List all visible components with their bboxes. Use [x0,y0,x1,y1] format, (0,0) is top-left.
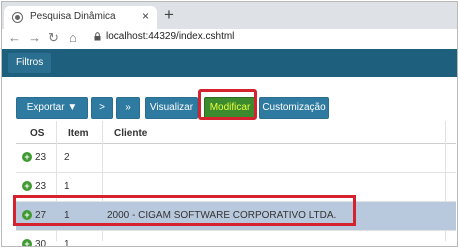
export-button[interactable]: Exportar ▼ [16,97,88,119]
cell-os: 30 [35,239,47,247]
back-arrow-icon[interactable]: ← [8,30,21,46]
table-row[interactable]: + 23 2 [16,144,456,173]
close-tab-icon[interactable]: × [142,9,149,23]
grid-header: OS Item Cliente [16,121,456,144]
expand-plus-icon[interactable]: + [22,181,32,191]
cell-item: 1 [64,181,70,192]
expand-plus-icon[interactable]: + [22,239,32,246]
browser-tab[interactable]: Pesquisa Dinâmica × [4,6,157,29]
lock-icon[interactable] [94,32,101,41]
column-header-item[interactable]: Item [68,128,89,139]
customize-button[interactable]: Customização [259,97,329,119]
table-row[interactable]: + 30 1 [16,231,456,247]
column-header-os[interactable]: OS [30,128,44,139]
next-page-button[interactable]: > [91,97,113,119]
cell-os: 23 [35,152,47,163]
new-tab-icon[interactable]: + [164,5,174,25]
forward-arrow-icon[interactable]: → [28,30,41,46]
tab-strip: Pesquisa Dinâmica × + [2,2,457,29]
address-bar: ← → ↻ ⌂ localhost:44329/index.cshtml [2,29,457,49]
globe-icon [12,12,23,23]
cell-os: 23 [35,181,47,192]
reload-icon[interactable]: ↻ [48,30,59,46]
app-header-bar: Filtros [2,49,457,77]
view-button[interactable]: Visualizar [145,97,198,119]
home-icon[interactable]: ⌂ [69,30,77,46]
column-header-cliente[interactable]: Cliente [114,128,147,139]
selected-row-highlight [13,195,356,226]
last-page-button[interactable]: » [116,97,140,119]
tab-title: Pesquisa Dinâmica [30,11,116,22]
filters-button[interactable]: Filtros [8,53,52,73]
url-field[interactable]: localhost:44329/index.cshtml [106,31,234,42]
modify-button-highlight [198,89,257,120]
expand-plus-icon[interactable]: + [22,152,32,162]
cell-item: 2 [64,152,70,163]
cell-item: 1 [64,239,70,247]
